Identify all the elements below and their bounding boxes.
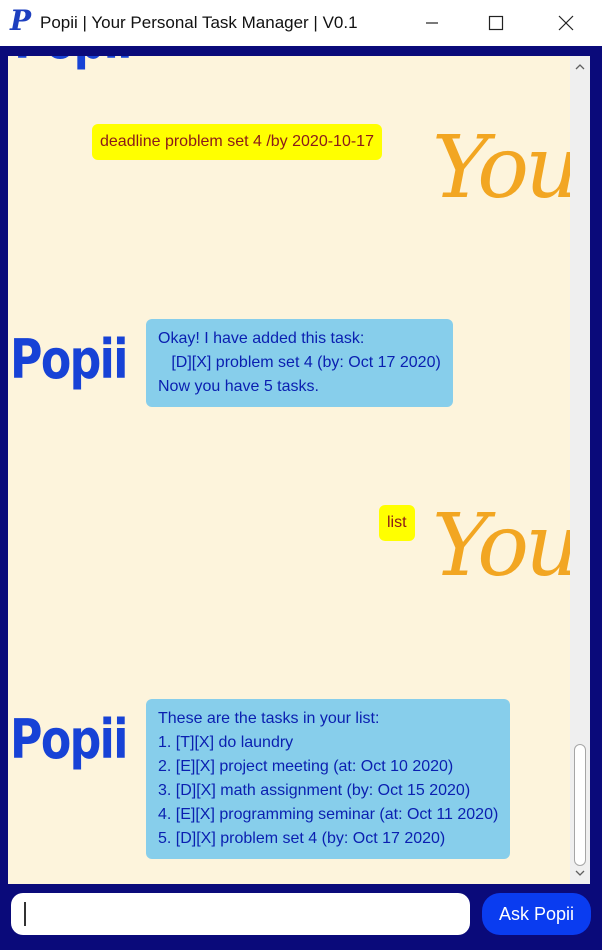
close-icon xyxy=(558,15,574,31)
user-message-bubble: list xyxy=(379,505,415,541)
bot-message-bubble: Okay! I have added this task: [D][X] pro… xyxy=(146,319,453,407)
scroll-down-button[interactable] xyxy=(570,864,590,882)
chevron-up-icon xyxy=(575,64,585,70)
minimize-icon xyxy=(426,22,438,24)
scroll-thumb[interactable] xyxy=(574,744,586,866)
ask-popii-button[interactable]: Ask Popii xyxy=(482,893,591,935)
bot-avatar: Popii xyxy=(10,328,128,391)
bot-message-bubble: These are the tasks in your list: 1. [T]… xyxy=(146,699,511,859)
scroll-up-button[interactable] xyxy=(570,58,590,76)
maximize-icon xyxy=(488,15,504,31)
window-title: Popii | Your Personal Task Manager | V0.… xyxy=(40,13,358,32)
user-avatar: You xyxy=(432,496,570,596)
close-button[interactable] xyxy=(534,0,598,46)
message-input[interactable] xyxy=(11,893,470,935)
app-logo-icon: P xyxy=(10,4,32,37)
chevron-down-icon xyxy=(575,870,585,876)
user-avatar: You xyxy=(432,118,570,218)
chat-scrollbar[interactable] xyxy=(570,56,590,884)
chat-area[interactable]: Popii deadline problem set 4 /by 2020-10… xyxy=(8,56,570,884)
title-bar: P Popii | Your Personal Task Manager | V… xyxy=(0,0,602,47)
minimize-button[interactable] xyxy=(400,0,464,46)
user-message-bubble: deadline problem set 4 /by 2020-10-17 xyxy=(92,124,382,160)
text-caret xyxy=(24,902,26,926)
bot-avatar-partial: Popii xyxy=(14,56,132,71)
bot-avatar: Popii xyxy=(10,708,128,771)
maximize-button[interactable] xyxy=(464,0,528,46)
